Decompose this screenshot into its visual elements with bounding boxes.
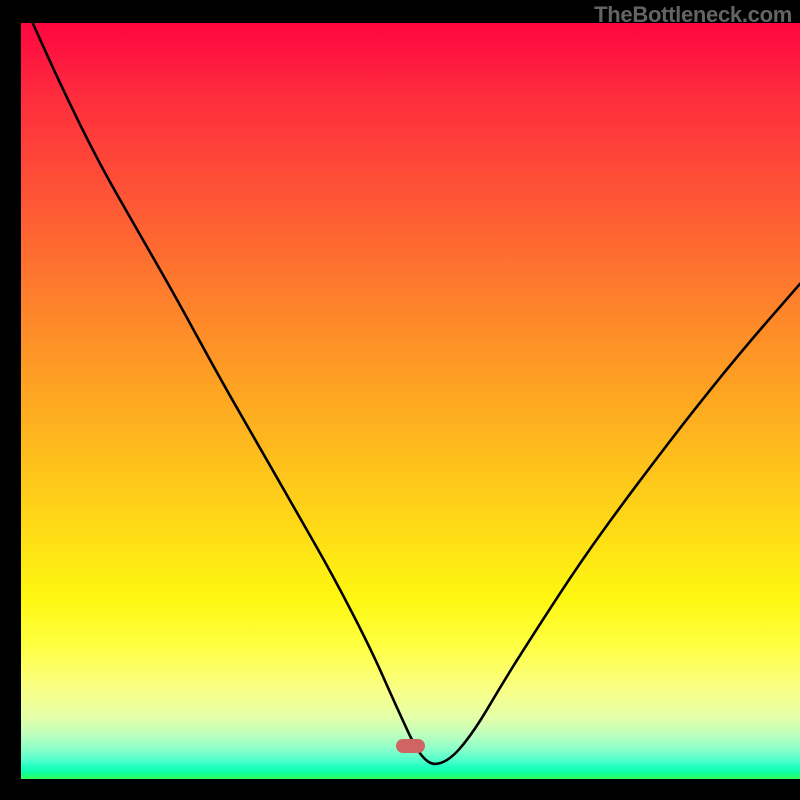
curve-path — [33, 23, 800, 764]
bottleneck-curve — [21, 23, 800, 779]
chart-frame: TheBottleneck.com — [0, 0, 800, 800]
optimum-marker — [396, 739, 425, 753]
watermark-text: TheBottleneck.com — [594, 2, 792, 28]
plot-area — [21, 23, 800, 779]
